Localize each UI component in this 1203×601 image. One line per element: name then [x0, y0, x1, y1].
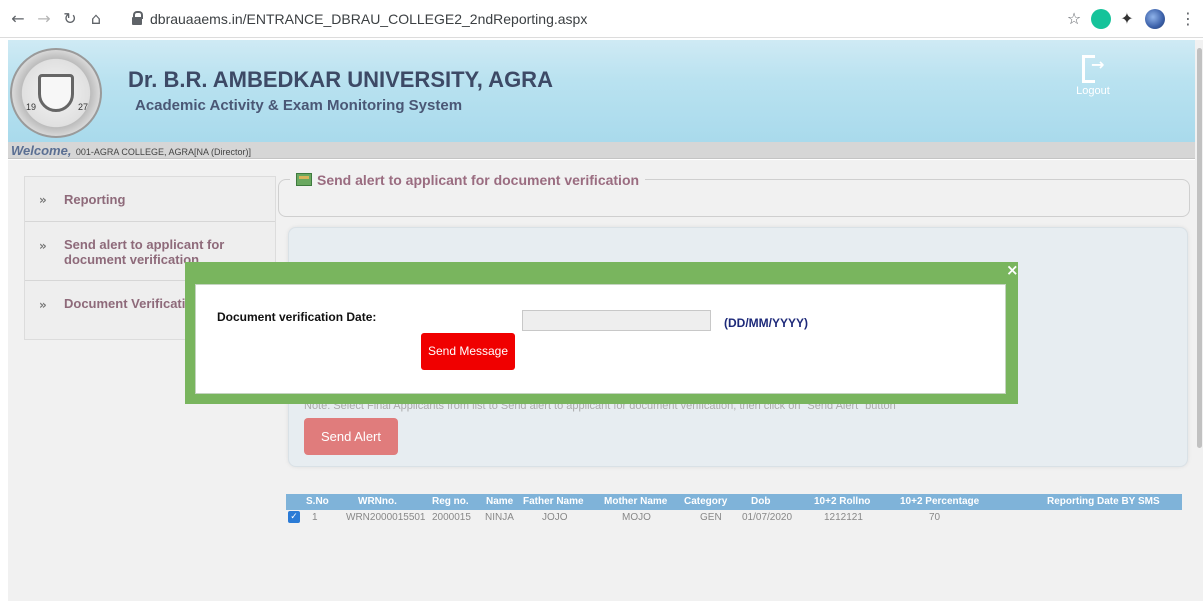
cell-wrn: WRN2000015501 — [346, 512, 426, 523]
date-field-label: Document verification Date: — [217, 310, 377, 324]
sidebar-item-label: Reporting — [64, 192, 126, 207]
col-header-father: Father Name — [523, 496, 584, 507]
close-icon[interactable]: × — [1006, 263, 1019, 278]
system-name: Academic Activity & Exam Monitoring Syst… — [135, 97, 463, 114]
col-header-reporting: Reporting Date BY SMS — [1047, 496, 1160, 507]
back-icon[interactable]: ← — [8, 9, 28, 29]
date-modal: × Document verification Date: (DD/MM/YYY… — [185, 262, 1019, 404]
col-header-name: Name — [486, 496, 514, 507]
double-chevron-icon: » — [39, 193, 47, 207]
cell-name: NINJA — [485, 512, 514, 523]
cell-dob: 01/07/2020 — [742, 512, 793, 523]
date-format-hint: (DD/MM/YYYY) — [724, 316, 808, 330]
logout-button[interactable]: Logout — [1068, 55, 1118, 97]
reload-icon[interactable]: ↻ — [60, 9, 80, 29]
site-header: 19 27 Dr. B.R. AMBEDKAR UNIVERSITY, AGRA… — [8, 40, 1195, 142]
profile-avatar-icon[interactable] — [1145, 9, 1165, 29]
browser-menu-icon[interactable]: ⋮ — [1178, 9, 1198, 29]
cell-father: JOJO — [542, 512, 568, 523]
university-logo: 19 27 — [10, 48, 102, 138]
welcome-user: 001-AGRA COLLEGE, AGRA[NA (Director)] — [75, 147, 251, 157]
col-header-reg: Reg no. — [432, 496, 469, 507]
logo-year-right: 27 — [78, 102, 89, 112]
cell-rollno: 1212121 — [824, 512, 863, 523]
send-message-button[interactable]: Send Message — [421, 333, 515, 370]
section-title-text: Send alert to applicant for document ver… — [317, 172, 640, 188]
table-row: ✓ 1 WRN2000015501 2000015 NINJA JOJO MOJ… — [286, 510, 1182, 526]
bookmark-star-icon[interactable]: ☆ — [1064, 9, 1084, 29]
col-header-percentage: 10+2 Percentage — [900, 496, 980, 507]
section-title: Send alert to applicant for document ver… — [290, 172, 646, 188]
date-field[interactable] — [522, 310, 711, 331]
address-bar[interactable]: dbrauaaems.in/ENTRANCE_DBRAU_COLLEGE2_2n… — [150, 9, 587, 29]
row-select-checkbox[interactable]: ✓ — [288, 511, 300, 523]
col-header-category: Category — [684, 496, 728, 507]
lock-icon — [132, 11, 143, 25]
logout-icon — [1082, 55, 1104, 83]
double-chevron-icon: » — [39, 239, 47, 253]
browser-toolbar: ← → ↻ ⌂ dbrauaaems.in/ENTRANCE_DBRAU_COL… — [0, 0, 1203, 38]
col-header-sno: S.No — [306, 496, 329, 507]
university-name: Dr. B.R. AMBEDKAR UNIVERSITY, AGRA — [128, 67, 553, 92]
forward-icon[interactable]: → — [34, 9, 54, 29]
welcome-word: Welcome, — [11, 143, 72, 158]
cell-mother: MOJO — [622, 512, 651, 523]
cell-reg: 2000015 — [432, 512, 471, 523]
home-icon[interactable]: ⌂ — [86, 9, 106, 29]
scrollbar-thumb[interactable] — [1197, 48, 1202, 448]
double-chevron-icon: » — [39, 298, 47, 312]
extensions-puzzle-icon[interactable]: ✦ — [1117, 9, 1137, 29]
col-header-dob: Dob — [751, 496, 771, 507]
modal-body: Document verification Date: (DD/MM/YYYY)… — [195, 284, 1006, 394]
table-header: S.No WRNno. Reg no. Name Father Name Mot… — [286, 494, 1182, 510]
col-header-mother: Mother Name — [604, 496, 668, 507]
logo-year-left: 19 — [26, 102, 37, 112]
send-alert-button[interactable]: Send Alert — [304, 418, 398, 455]
cell-sno: 1 — [312, 512, 318, 523]
cell-percentage: 70 — [929, 512, 941, 523]
col-header-wrn: WRNno. — [358, 496, 397, 507]
grammarly-extension-icon[interactable] — [1091, 9, 1111, 29]
cell-category: GEN — [700, 512, 722, 523]
logo-shield-icon — [38, 74, 74, 112]
welcome-bar: Welcome, 001-AGRA COLLEGE, AGRA[NA (Dire… — [8, 142, 1195, 159]
sidebar-item-reporting[interactable]: » Reporting — [25, 177, 275, 222]
col-header-rollno: 10+2 Rollno — [814, 496, 871, 507]
applicants-table: S.No WRNno. Reg no. Name Father Name Mot… — [286, 494, 1182, 526]
logout-label: Logout — [1076, 85, 1110, 97]
message-icon — [296, 173, 312, 186]
